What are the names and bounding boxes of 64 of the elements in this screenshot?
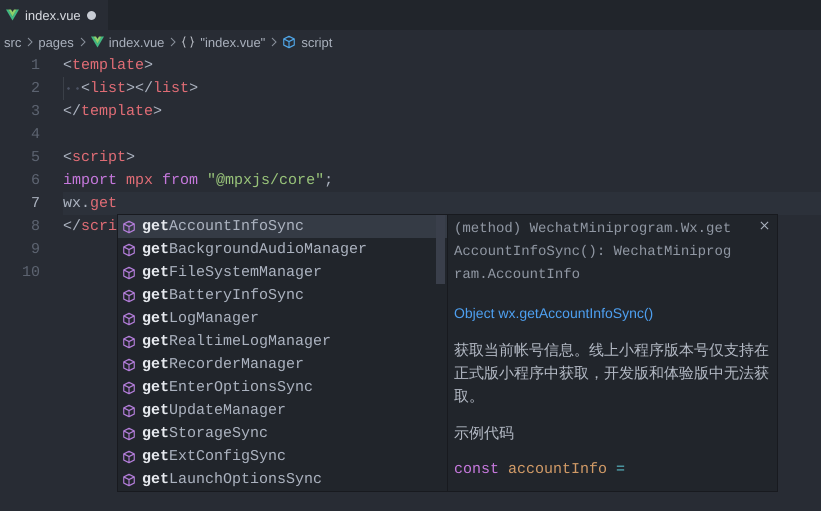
code-line: import mpx from "@mpxjs/core";: [63, 171, 334, 191]
cube-icon: [122, 220, 136, 234]
signature-text: (method) WechatMiniprogram.Wx.get: [454, 220, 732, 239]
suggestion-item[interactable]: getEnterOptionsSync: [118, 376, 447, 399]
breadcrumb-item[interactable]: index.vue: [108, 34, 164, 50]
code-line: </template>: [63, 102, 162, 122]
scrollbar-thumb[interactable]: [436, 215, 445, 284]
suggestion-item[interactable]: getStorageSync: [118, 422, 447, 445]
code-line: </scri: [63, 217, 118, 237]
cube-icon: [122, 358, 136, 372]
cube-icon: [122, 450, 136, 464]
chevron-icon: [80, 37, 87, 47]
close-icon[interactable]: [760, 221, 769, 230]
line-number: 4: [30, 125, 40, 145]
breadcrumb-item[interactable]: script: [301, 34, 332, 50]
cube-icon: [122, 472, 136, 486]
suggestion-item[interactable]: getFileSystemManager: [118, 261, 447, 284]
cube-icon: [122, 426, 136, 440]
line-number: 8: [30, 217, 40, 237]
line-number: 3: [30, 102, 40, 122]
cube-icon: [122, 380, 136, 394]
example-code: const accountInfo =: [454, 461, 626, 478]
signature-text: AccountInfoSync(): WechatMiniprog: [454, 243, 732, 262]
cube-icon: [122, 312, 136, 326]
suggestion-item[interactable]: getUpdateManager: [118, 399, 447, 422]
code-line: <template>: [63, 56, 154, 76]
editor-tab[interactable]: index.vue: [0, 0, 108, 30]
line-number: 1: [30, 56, 40, 76]
cube-icon: [122, 242, 136, 256]
chevron-icon: [271, 37, 278, 47]
cube-icon: [122, 266, 136, 280]
code-line: <list></list>: [81, 79, 198, 99]
code-line: wx.get: [63, 194, 118, 214]
suggestion-item[interactable]: getBackgroundAudioManager: [118, 238, 447, 261]
suggestion-item[interactable]: getAccountInfoSync: [118, 215, 447, 238]
breadcrumb-item[interactable]: "index.vue": [200, 34, 266, 50]
line-number: 7: [30, 194, 40, 214]
signature-text: ram.AccountInfo: [454, 266, 580, 285]
description-text: 获取当前帐号信息。线上小程序版本号仅支持在正式版小程序中获取，开发版和体验版中无法获取。: [454, 341, 770, 407]
line-number: 2: [30, 79, 40, 99]
line-number: 6: [30, 171, 40, 191]
suggestion-item[interactable]: getRecorderManager: [118, 353, 447, 376]
chevron-icon: [170, 37, 178, 47]
vue-logo-icon: [6, 9, 19, 21]
doc-link[interactable]: Object wx.getAccountInfoSync(): [454, 305, 654, 321]
cube-icon: [122, 404, 136, 418]
breadcrumb-item[interactable]: src: [4, 34, 22, 50]
cube-icon: [122, 288, 136, 302]
suggestion-item[interactable]: getExtConfigSync: [118, 445, 447, 468]
suggestion-item[interactable]: getRealtimeLogManager: [118, 330, 447, 353]
suggestion-item[interactable]: getLaunchOptionsSync: [118, 468, 447, 491]
suggestion-item[interactable]: getBatteryInfoSync: [118, 284, 447, 307]
suggestion-item[interactable]: getLogManager: [118, 307, 447, 330]
section-heading: 示例代码: [454, 424, 515, 443]
line-number: 10: [20, 263, 40, 283]
line-number: 9: [30, 240, 40, 260]
vue-logo-icon: [90, 36, 104, 48]
line-number: 5: [30, 148, 40, 168]
braces-icon: [181, 35, 196, 49]
code-line: <script>: [63, 148, 136, 168]
chevron-icon: [27, 37, 34, 47]
cube-icon: [122, 334, 136, 348]
cube-icon: [282, 35, 296, 49]
breadcrumb-item[interactable]: pages: [38, 34, 74, 50]
